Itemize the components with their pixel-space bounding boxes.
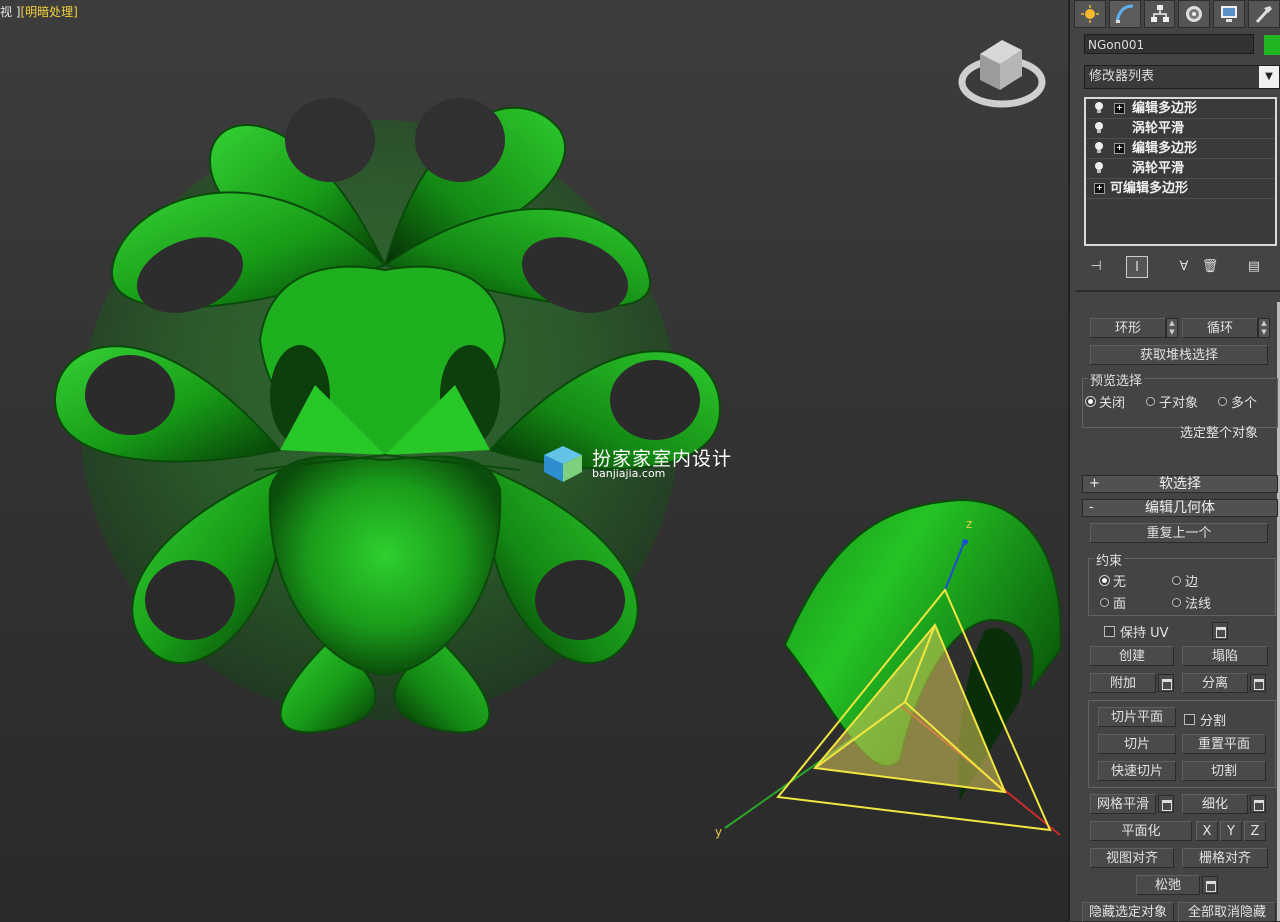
gizmo-axis-y: y: [715, 825, 722, 839]
lightbulb-icon[interactable]: [1094, 142, 1104, 154]
preview-selection-title: 预览选择: [1088, 370, 1145, 389]
expand-icon[interactable]: +: [1094, 183, 1105, 194]
utilities-icon: [1255, 6, 1273, 24]
split-checkbox[interactable]: 分割: [1184, 710, 1226, 729]
loop-spinner[interactable]: ▲ ▼: [1258, 318, 1270, 338]
tessellate-settings-button[interactable]: [1250, 795, 1266, 813]
constraint-edge-radio[interactable]: 边: [1172, 571, 1198, 590]
gizmo-axis-z: z: [966, 517, 972, 531]
modifier-list-dropdown[interactable]: 修改器列表 ▼: [1084, 65, 1280, 89]
preserve-uvs-settings-button[interactable]: [1212, 622, 1228, 640]
preview-off-radio[interactable]: 关闭: [1086, 392, 1125, 411]
repeat-last-button[interactable]: 重复上一个: [1090, 523, 1268, 543]
stack-item-label: 可编辑多边形: [1110, 181, 1189, 196]
3d-scene[interactable]: z y: [0, 0, 1068, 921]
pin-stack-icon[interactable]: ⊣: [1086, 256, 1106, 276]
lightbulb-icon[interactable]: [1094, 102, 1104, 114]
attach-settings-button[interactable]: [1158, 674, 1174, 692]
relax-button[interactable]: 松弛: [1136, 875, 1200, 895]
cut-button[interactable]: 切割: [1182, 761, 1266, 781]
planar-y-button[interactable]: Y: [1220, 821, 1242, 841]
ring-spinner[interactable]: ▲ ▼: [1166, 318, 1178, 338]
hide-selected-button[interactable]: 隐藏选定对象: [1082, 902, 1174, 922]
object-color-swatch[interactable]: [1264, 35, 1280, 55]
stack-item-turbosmooth-1[interactable]: 涡轮平滑: [1086, 119, 1275, 139]
meshsmooth-button[interactable]: 网格平滑: [1090, 794, 1156, 814]
grid-align-button[interactable]: 栅格对齐: [1182, 848, 1268, 868]
planar-x-button[interactable]: X: [1196, 821, 1218, 841]
tab-motion[interactable]: [1178, 0, 1211, 28]
preview-subobject-radio[interactable]: 子对象: [1146, 392, 1198, 411]
collapse-button[interactable]: 塌陷: [1182, 646, 1268, 666]
tab-display[interactable]: [1213, 0, 1246, 28]
quickslice-button[interactable]: 快速切片: [1098, 761, 1176, 781]
expand-icon[interactable]: +: [1114, 103, 1125, 114]
get-stack-selection-button[interactable]: 获取堆栈选择: [1090, 345, 1268, 365]
planar-z-button[interactable]: Z: [1244, 821, 1266, 841]
configure-modifier-sets-icon[interactable]: ▤: [1244, 256, 1264, 276]
tab-create[interactable]: [1074, 0, 1106, 28]
slice-plane-button[interactable]: 切片平面: [1098, 707, 1176, 727]
detach-button[interactable]: 分离: [1182, 673, 1248, 693]
stack-item-edit-poly-2[interactable]: + 编辑多边形: [1086, 139, 1275, 159]
expand-icon[interactable]: +: [1114, 143, 1125, 154]
view-align-button[interactable]: 视图对齐: [1090, 848, 1174, 868]
preserve-uvs-checkbox[interactable]: 保持 UV: [1104, 622, 1169, 641]
remove-modifier-icon[interactable]: 🗑: [1200, 256, 1220, 276]
stack-toolbar: ⊣ Ⅰ ∀ 🗑 ▤: [1084, 253, 1280, 279]
stack-item-label: 编辑多边形: [1132, 101, 1198, 116]
constraint-normal-radio[interactable]: 法线: [1172, 593, 1211, 612]
banjiajia-logo-icon: [544, 446, 582, 482]
constraints-title: 约束: [1094, 550, 1125, 569]
stack-item-label: 编辑多边形: [1132, 141, 1198, 156]
stack-item-editable-poly[interactable]: + 可编辑多边形: [1086, 179, 1275, 199]
tab-hierarchy[interactable]: [1143, 0, 1176, 28]
tessellate-button[interactable]: 细化: [1182, 794, 1248, 814]
hierarchy-icon: [1150, 5, 1169, 22]
stack-item-label: 涡轮平滑: [1132, 121, 1185, 136]
command-panel-tabs: [1074, 0, 1280, 28]
object-name-field[interactable]: NGon001: [1084, 34, 1254, 54]
display-icon: [1221, 6, 1238, 22]
command-panel: NGon001 修改器列表 ▼ + 编辑多边形 涡轮平滑 + 编辑多边形 涡轮平…: [1068, 0, 1280, 922]
viewcube[interactable]: [958, 40, 1046, 108]
panel-divider: [1076, 290, 1280, 292]
attach-button[interactable]: 附加: [1090, 673, 1156, 693]
make-planar-button[interactable]: 平面化: [1090, 821, 1192, 841]
lightbulb-icon[interactable]: [1094, 162, 1104, 174]
select-whole-object-label[interactable]: 选定整个对象: [1180, 422, 1258, 441]
reset-plane-button[interactable]: 重置平面: [1182, 734, 1266, 754]
stack-item-turbosmooth-2[interactable]: 涡轮平滑: [1086, 159, 1275, 179]
tab-modify[interactable]: [1108, 0, 1141, 28]
watermark: 扮家家室内设计 banjiajia.com: [542, 444, 731, 488]
meshsmooth-settings-button[interactable]: [1158, 795, 1174, 813]
create-button[interactable]: 创建: [1090, 646, 1174, 666]
create-icon: [1080, 5, 1099, 23]
modifier-stack[interactable]: + 编辑多边形 涡轮平滑 + 编辑多边形 涡轮平滑 + 可编辑多边形: [1084, 97, 1277, 246]
motion-icon: [1186, 6, 1203, 22]
detach-settings-button[interactable]: [1250, 674, 1266, 692]
constraint-face-radio[interactable]: 面: [1100, 593, 1126, 612]
unhide-all-button[interactable]: 全部取消隐藏: [1178, 902, 1276, 922]
tab-utilities[interactable]: [1248, 0, 1280, 28]
lightbulb-icon[interactable]: [1094, 122, 1104, 134]
ring-button[interactable]: 环形: [1090, 318, 1166, 338]
ribbon-ball-model[interactable]: [53, 98, 722, 734]
stack-item-label: 涡轮平滑: [1132, 161, 1185, 176]
watermark-url: banjiajia.com: [592, 467, 666, 480]
edit-geometry-rollout[interactable]: - 编辑几何体: [1082, 499, 1278, 517]
constraint-none-radio[interactable]: 无: [1100, 571, 1126, 590]
preview-multi-radio[interactable]: 多个: [1218, 392, 1257, 411]
modifier-list-label: 修改器列表: [1089, 69, 1155, 84]
slice-button[interactable]: 切片: [1098, 734, 1176, 754]
make-unique-icon[interactable]: ∀: [1174, 256, 1194, 276]
loop-button[interactable]: 循环: [1182, 318, 1258, 338]
stack-item-edit-poly-1[interactable]: + 编辑多边形: [1086, 99, 1275, 119]
chevron-down-icon: ▼: [1259, 66, 1279, 88]
soft-selection-rollout[interactable]: + 软选择: [1082, 475, 1278, 493]
modify-icon: [1115, 4, 1133, 23]
perspective-viewport[interactable]: 视 ][明暗处理] z y 扮家家室内设计 banjiajia.com: [0, 0, 1068, 921]
show-end-result-icon[interactable]: Ⅰ: [1126, 256, 1148, 278]
relax-settings-button[interactable]: [1202, 876, 1218, 894]
